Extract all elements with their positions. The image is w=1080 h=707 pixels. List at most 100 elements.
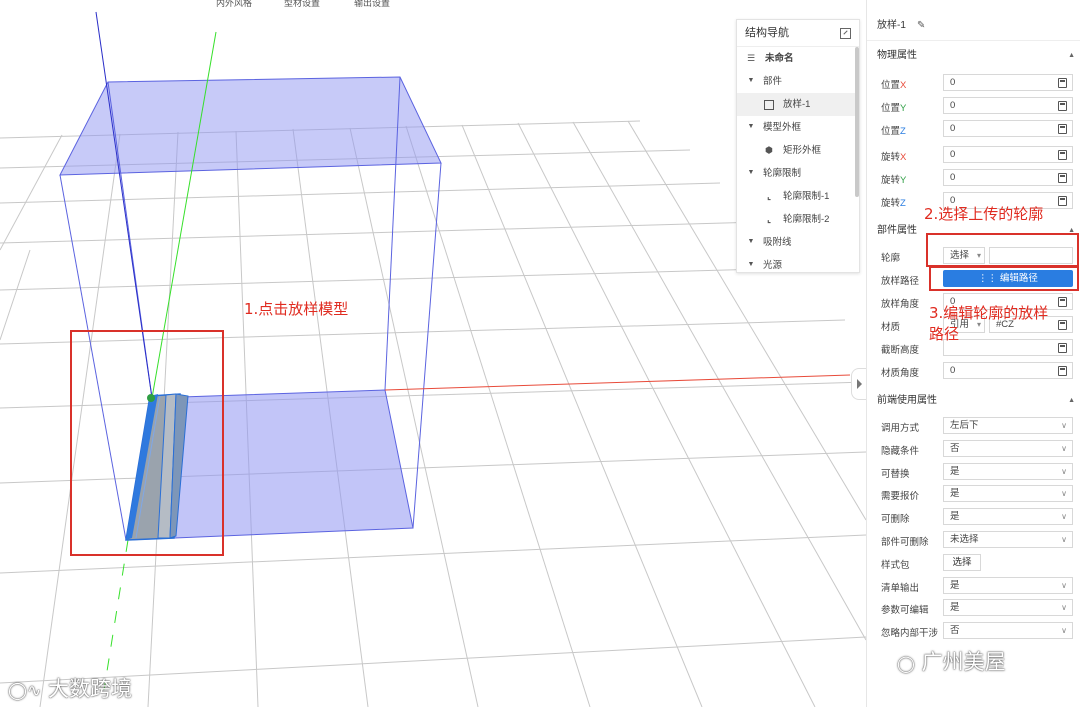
tree-item-profile-limit[interactable]: ▼ 轮廓限制 — [737, 162, 859, 185]
frontend-select[interactable]: 否 ∨ — [943, 439, 1073, 457]
caret-down-icon[interactable]: ▼ — [746, 122, 756, 132]
frontend-select[interactable]: 是 ∨ — [943, 485, 1073, 503]
calculator-icon[interactable] — [1058, 297, 1067, 307]
edit-pencil-icon[interactable]: ✎ — [917, 17, 925, 35]
frontend-prop-row: 参数可编辑是 ∨ — [867, 597, 1080, 619]
tree-item-lights[interactable]: ▼ 光源 — [737, 254, 859, 272]
caret-down-icon[interactable]: ▼ — [746, 168, 756, 178]
3d-viewport[interactable]: 内外风格 型材设置 输出设置 1.点击放样模型 ◯∿ 大数跨境 结构导航 ☰ 未… — [0, 0, 866, 707]
section-frontend[interactable]: 前端使用属性 ▲ — [867, 392, 1080, 410]
annotation-step1: 1.点击放样模型 — [244, 300, 349, 318]
rot-y-input[interactable]: 0 — [943, 169, 1073, 186]
pos-y-input[interactable]: 0 — [943, 97, 1073, 114]
frontend-select[interactable]: 是 ∨ — [943, 462, 1073, 480]
caret-down-icon[interactable]: ▼ — [746, 237, 756, 247]
nav-scrollbar[interactable] — [855, 47, 859, 197]
frontend-select[interactable]: 是 ∨ — [943, 576, 1073, 594]
annotation-step3-line1: 3.编辑轮廓的放样 — [929, 304, 1049, 322]
annotation-box-profile — [926, 233, 1079, 267]
tree-item-rect-frame[interactable]: ⬢ 矩形外框 — [737, 139, 859, 162]
y-axis-dashed — [103, 539, 129, 691]
props-header: 放样-1 ✎ — [867, 17, 1080, 35]
watermark-right-text: 广州美屋 — [921, 650, 1006, 674]
prop-row-material-angle: 材质角度 0 — [867, 360, 1080, 382]
prop-label: 部件可删除 — [881, 537, 929, 548]
panel-collapse-toggle[interactable] — [851, 368, 866, 400]
prop-label: 位置X — [881, 77, 906, 91]
chevron-down-icon: ∨ — [1061, 535, 1067, 544]
prop-label: 位置Y — [881, 100, 906, 114]
pos-z-input[interactable]: 0 — [943, 120, 1073, 137]
caret-up-icon[interactable]: ▲ — [1068, 47, 1075, 65]
tree-item-label: 部件 — [763, 76, 783, 87]
tree-item-parts[interactable]: ▼ 部件 — [737, 70, 859, 93]
prop-label: 旋转Z — [881, 195, 906, 209]
section-height-input[interactable] — [943, 339, 1073, 356]
calculator-icon[interactable] — [1058, 101, 1067, 111]
frontend-select[interactable]: 否 ∨ — [943, 622, 1073, 640]
frontend-select[interactable]: 是 ∨ — [943, 599, 1073, 617]
prop-label-name: 旋转 — [881, 175, 901, 186]
calculator-icon[interactable] — [1058, 150, 1067, 160]
expand-icon[interactable] — [840, 28, 851, 39]
calculator-icon[interactable] — [1058, 196, 1067, 206]
prop-label-name: 位置 — [881, 126, 901, 137]
prop-label: 放样角度 — [881, 299, 920, 310]
tree-item-label: 放样-1 — [783, 99, 811, 110]
tree-item-label: 光源 — [763, 260, 783, 271]
section-physical[interactable]: 物理属性 ▲ — [867, 47, 1080, 65]
prop-label: 调用方式 — [881, 423, 920, 434]
prop-label: 材质角度 — [881, 368, 920, 379]
frontend-prop-row: 调用方式 左后下 ∨ — [867, 415, 1080, 437]
calculator-icon[interactable] — [1058, 320, 1067, 330]
tree-item-loft-1[interactable]: 放样-1 — [737, 93, 859, 116]
frontend-prop-row: 可删除是 ∨ — [867, 506, 1080, 528]
pos-x-input[interactable]: 0 — [943, 74, 1073, 91]
frontend-prop-row: 需要报价是 ∨ — [867, 483, 1080, 505]
calculator-icon[interactable] — [1058, 343, 1067, 353]
props-title: 放样-1 — [877, 20, 906, 31]
caret-down-icon[interactable]: ▼ — [746, 260, 756, 270]
chevron-down-icon: ∨ — [1061, 626, 1067, 636]
chevron-down-icon: ∨ — [1061, 421, 1067, 430]
rot-x-input[interactable]: 0 — [943, 146, 1073, 163]
frontend-select[interactable]: 是 ∨ — [943, 508, 1073, 526]
prop-label-name: 旋转 — [881, 152, 901, 163]
prop-label-name: 位置 — [881, 103, 901, 114]
tree-item-root[interactable]: ☰ 未命名 — [737, 47, 859, 70]
axis-label-z: Z — [900, 126, 906, 137]
field-value: 是 — [950, 579, 960, 591]
watermark-logo-icon: ◯∿ — [8, 681, 42, 701]
caret-up-icon[interactable]: ▲ — [1068, 392, 1075, 410]
prop-label: 旋转Y — [881, 172, 906, 186]
tree-item-label: 吸附线 — [763, 237, 792, 248]
calculator-icon[interactable] — [1058, 124, 1067, 134]
calculator-icon[interactable] — [1058, 173, 1067, 183]
prop-label: 隐藏条件 — [881, 445, 920, 457]
axis-label-y: Y — [900, 175, 907, 186]
chevron-down-icon: ∨ — [1061, 489, 1067, 499]
section-physical-title: 物理属性 — [877, 50, 917, 61]
field-value: 0 — [950, 172, 956, 183]
prop-label: 轮廓 — [881, 253, 901, 264]
chevron-down-icon: ∨ — [1061, 603, 1067, 613]
tree-item-profile-limit-1[interactable]: ⌞ 轮廓限制-1 — [737, 185, 859, 208]
field-value: 是 — [950, 488, 960, 500]
prop-row-pos-y: 位置Y 0 — [867, 95, 1080, 117]
calculator-icon[interactable] — [1058, 78, 1067, 88]
tree-item-model-frame[interactable]: ▼ 模型外框 — [737, 116, 859, 139]
material-angle-input[interactable]: 0 — [943, 362, 1073, 379]
prop-row-section-height: 截断高度 — [867, 337, 1080, 359]
frontend-select[interactable]: 左后下 ∨ — [943, 417, 1073, 434]
frontend-select[interactable]: 未选择 ∨ — [943, 531, 1073, 548]
field-value: 0 — [950, 365, 956, 376]
prop-label: 放样路径 — [881, 276, 920, 287]
prop-label: 样式包 — [881, 559, 910, 571]
tree-item-snap-lines[interactable]: ▼ 吸附线 — [737, 231, 859, 254]
field-value: 未选择 — [950, 534, 979, 545]
tree-item-profile-limit-2[interactable]: ⌞ 轮廓限制-2 — [737, 208, 859, 231]
caret-down-icon[interactable]: ▼ — [746, 76, 756, 86]
field-value: 0 — [950, 100, 956, 111]
calculator-icon[interactable] — [1058, 366, 1067, 376]
style-pack-select-button[interactable]: 选择 — [943, 553, 981, 571]
